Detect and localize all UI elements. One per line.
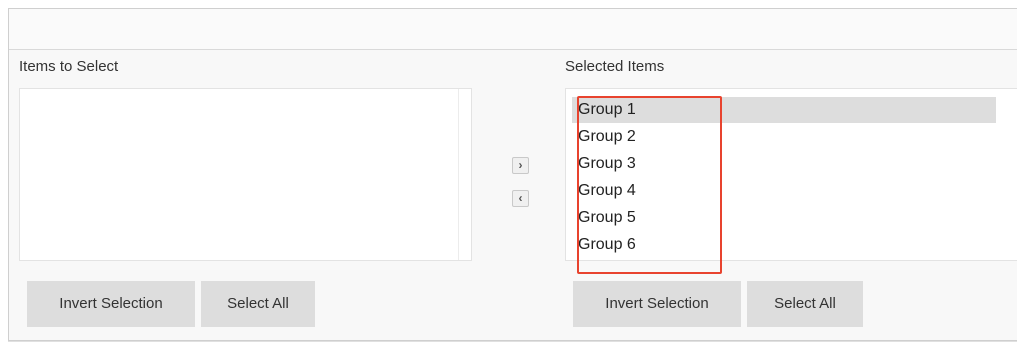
list-item-group-4[interactable]: Group 4 bbox=[572, 178, 996, 204]
list-item-group-5[interactable]: Group 5 bbox=[572, 205, 996, 231]
right-invert-selection-button[interactable]: Invert Selection bbox=[573, 281, 741, 327]
panel-bottom-divider bbox=[8, 341, 1017, 342]
right-select-all-button[interactable]: Select All bbox=[747, 281, 863, 327]
left-select-all-button[interactable]: Select All bbox=[201, 281, 315, 327]
list-item-group-2[interactable]: Group 2 bbox=[572, 124, 996, 150]
left-invert-selection-button[interactable]: Invert Selection bbox=[27, 281, 195, 327]
list-scrollbar[interactable] bbox=[458, 89, 471, 260]
items-to-select-list[interactable] bbox=[19, 88, 472, 261]
panel-header-strip bbox=[9, 9, 1017, 50]
move-left-arrow-icon[interactable]: ‹ bbox=[512, 190, 529, 207]
items-to-select-label: Items to Select bbox=[19, 58, 119, 75]
list-item-group-6[interactable]: Group 6 bbox=[572, 232, 996, 258]
list-item-group-3[interactable]: Group 3 bbox=[572, 151, 996, 177]
selected-items-label: Selected Items bbox=[565, 58, 665, 75]
list-item-group-1[interactable]: Group 1 bbox=[572, 97, 996, 123]
move-right-arrow-icon[interactable]: › bbox=[512, 157, 529, 174]
selected-items-list[interactable]: Group 1 Group 2 Group 3 Group 4 Group 5 … bbox=[565, 88, 1017, 261]
